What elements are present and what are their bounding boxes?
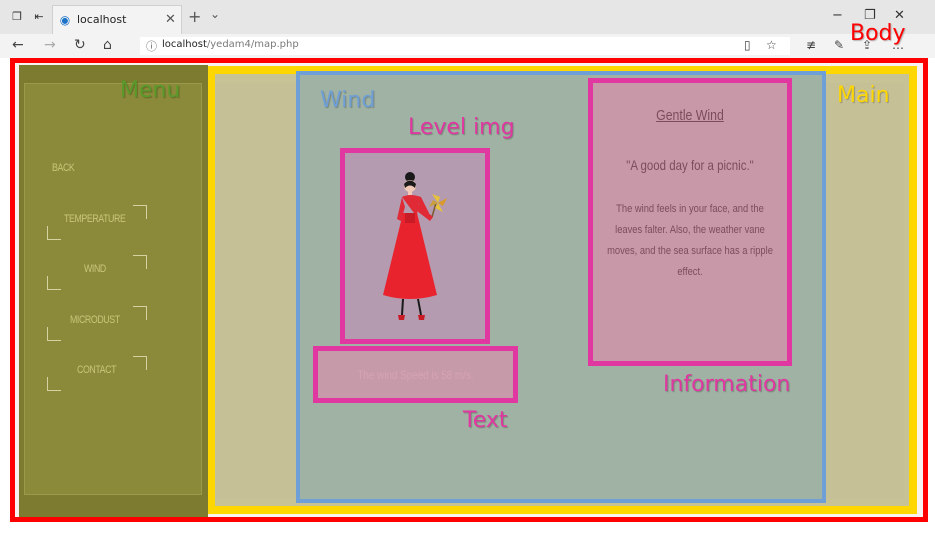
- set-tabs-aside-icon[interactable]: ⇤: [30, 9, 48, 25]
- annotation-level-img: Level img: [408, 115, 515, 140]
- bracket-decoration: [47, 327, 61, 341]
- minimize-icon[interactable]: −: [832, 8, 843, 23]
- annotation-wind: Wind: [320, 88, 376, 113]
- refresh-icon[interactable]: ↻: [74, 37, 86, 53]
- text-box: The wind Speed is 58 m/s.: [313, 346, 518, 403]
- tab-close-icon[interactable]: ✕: [165, 12, 176, 27]
- url-path: /yedam4/map.php: [206, 39, 299, 50]
- annotation-body: Body: [850, 21, 906, 46]
- browser-chrome: ❐ ⇤ ◉ localhost ✕ + ⌄ − ❐ ✕ ← → ↻ ⌂ ⓘ lo…: [0, 0, 935, 58]
- url-host: localhost: [162, 39, 207, 50]
- menu-item-wind[interactable]: WIND: [84, 263, 106, 275]
- forward-arrow-icon[interactable]: →: [44, 37, 56, 53]
- url-text: localhost/yedam4/map.php: [162, 39, 299, 50]
- bracket-decoration: [47, 377, 61, 391]
- tab-actions-icon[interactable]: ❐: [8, 9, 26, 25]
- site-favicon-icon: ◉: [59, 13, 71, 27]
- annotation-main: Main: [837, 83, 890, 108]
- pen-notes-icon[interactable]: ✎: [834, 38, 844, 52]
- menu-item-back[interactable]: BACK: [52, 162, 75, 174]
- annotation-information: Information: [663, 372, 791, 397]
- woman-with-pinwheel-illustration: [383, 172, 447, 320]
- favorites-hub-icon[interactable]: ≢: [806, 38, 816, 52]
- tab-list-chevron-icon[interactable]: ⌄: [210, 7, 220, 21]
- info-title: Gentle Wind: [656, 107, 724, 124]
- bracket-decoration: [133, 356, 147, 370]
- favorite-star-icon[interactable]: ☆: [766, 38, 777, 52]
- address-bar: ← → ↻ ⌂ ⓘ localhost/yedam4/map.php ▯ ☆ ≢…: [0, 34, 935, 58]
- bracket-decoration: [133, 255, 147, 269]
- info-quote: "A good day for a picnic.": [626, 157, 754, 173]
- info-description: The wind feels in your face, and the lea…: [607, 203, 773, 278]
- tab-title: localhost: [77, 13, 127, 26]
- tab-bar: ❐ ⇤ ◉ localhost ✕ + ⌄ − ❐ ✕: [0, 0, 935, 34]
- menu-item-temperature[interactable]: TEMPERATURE: [64, 213, 126, 225]
- new-tab-icon[interactable]: +: [188, 7, 201, 26]
- site-info-icon[interactable]: ⓘ: [146, 38, 157, 54]
- browser-tab[interactable]: ◉ localhost ✕: [52, 5, 182, 34]
- bracket-decoration: [47, 226, 61, 240]
- annotation-menu: Menu: [120, 78, 181, 103]
- level-image-box: [340, 148, 490, 344]
- home-icon[interactable]: ⌂: [103, 37, 112, 53]
- back-arrow-icon[interactable]: ←: [12, 37, 24, 53]
- menu-item-microdust[interactable]: MICRODUST: [70, 314, 120, 326]
- wind-speed-text: The wind Speed is 58 m/s.: [357, 368, 474, 382]
- bracket-decoration: [47, 276, 61, 290]
- menu-item-contact[interactable]: CONTACT: [77, 364, 116, 376]
- bracket-decoration: [133, 306, 147, 320]
- information-box: Gentle Wind "A good day for a picnic." T…: [588, 78, 792, 366]
- reading-view-icon[interactable]: ▯: [744, 38, 751, 52]
- annotation-text: Text: [463, 408, 508, 433]
- bracket-decoration: [133, 205, 147, 219]
- url-field[interactable]: ⓘ localhost/yedam4/map.php ▯ ☆: [140, 37, 790, 55]
